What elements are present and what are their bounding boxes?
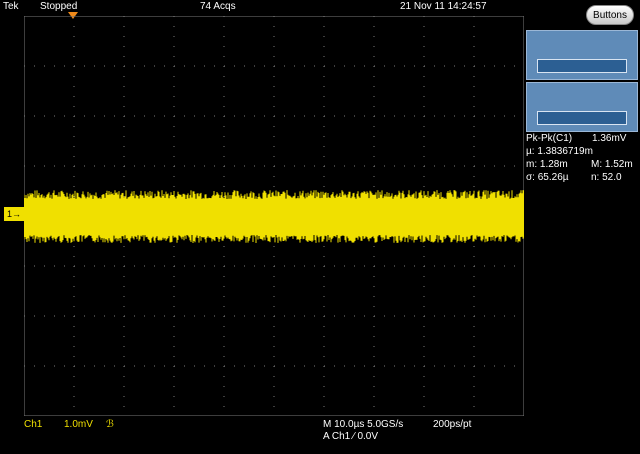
slot-2-field[interactable] <box>537 111 627 125</box>
measurement-mean: µ: 1.3836719m <box>526 146 593 157</box>
channel-1-marker[interactable]: 1→ <box>4 207 24 221</box>
status-bar: Tek Stopped 74 Acqs 21 Nov 11 14:24:57 <box>0 0 524 14</box>
channel-label[interactable]: Ch1 <box>24 419 42 431</box>
arrow-right-icon: → <box>12 209 22 219</box>
acquisition-count: 74 Acqs <box>200 1 236 12</box>
datetime: 21 Nov 11 14:24:57 <box>400 1 487 12</box>
measurement-sigma: σ: 65.26µ <box>526 172 569 183</box>
pkpk-label: Pk-Pk(C1) <box>526 133 573 144</box>
slot-1-field[interactable] <box>537 59 627 73</box>
bottom-readout: Ch1 1.0mV ℬ M 10.0µs 5.0GS/s 200ps/pt A … <box>0 416 640 454</box>
menu-slot-1[interactable] <box>526 30 638 80</box>
trigger-setting[interactable]: A Ch1 ⁄ 0.0V <box>323 431 378 443</box>
measurement-max: M: 1.52m <box>591 159 633 170</box>
pkpk-value: 1.36mV <box>592 133 627 144</box>
measurement-min: m: 1.28m <box>526 159 568 170</box>
measurement-pkpk: Pk-Pk(C1) 1.36mV <box>526 133 626 145</box>
graticule <box>24 16 524 416</box>
sample-resolution: 200ps/pt <box>433 419 472 430</box>
vertical-scale[interactable]: 1.0mV <box>64 419 93 431</box>
timebase[interactable]: M 10.0µs 5.0GS/s <box>323 419 403 431</box>
buttons-button[interactable]: Buttons <box>586 5 634 25</box>
trace-noise <box>24 190 524 243</box>
menu-slot-2[interactable] <box>526 82 638 132</box>
bandwidth-icon: ℬ <box>106 419 114 430</box>
waveform-trace <box>24 190 524 243</box>
brand-label: Tek <box>3 1 19 12</box>
measurement-count: n: 52.0 <box>591 172 622 183</box>
